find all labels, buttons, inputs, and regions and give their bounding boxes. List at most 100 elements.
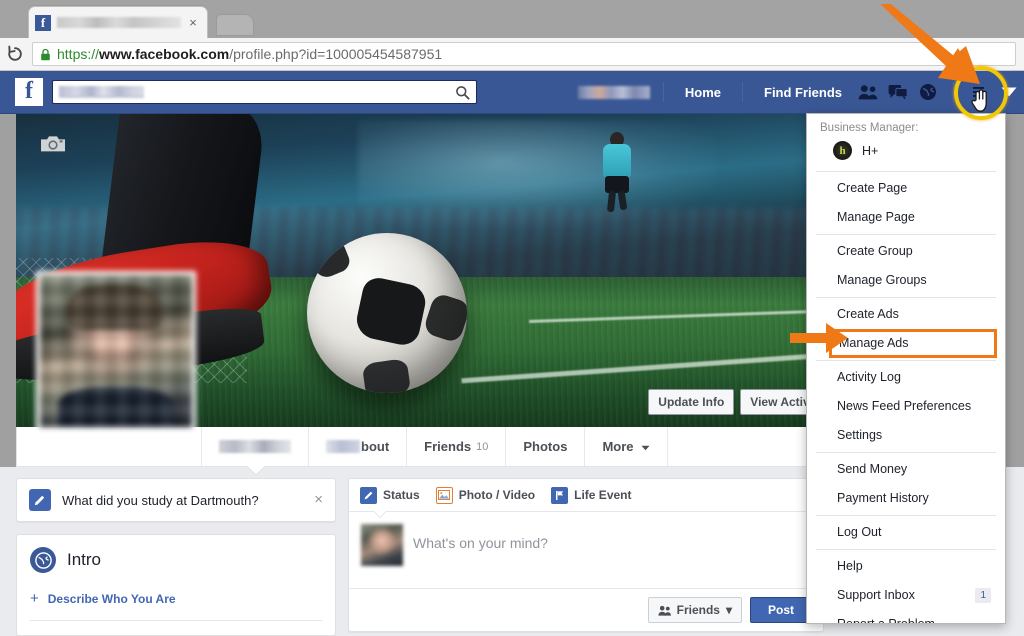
browser-tab-title-blurred: [57, 17, 181, 28]
search-input-value-blurred: [59, 86, 144, 98]
nav-divider: [742, 82, 743, 102]
search-icon[interactable]: [455, 85, 470, 100]
screenshot-root: f × https://www.facebook.com/profile.php…: [0, 0, 1024, 636]
divider: [816, 360, 996, 361]
photo-video-icon: [435, 486, 453, 504]
menu-item-support-inbox[interactable]: Support Inbox 1: [807, 581, 1005, 610]
search-input[interactable]: [52, 80, 477, 104]
annotation-arrow-to-manage-ads: [790, 321, 850, 360]
menu-item-news-feed-preferences[interactable]: News Feed Preferences: [807, 392, 1005, 421]
chevron-down-icon: [641, 439, 650, 454]
menu-item-send-money[interactable]: Send Money: [807, 455, 1005, 484]
nav-home[interactable]: Home: [674, 71, 732, 114]
study-prompt-card[interactable]: What did you study at Dartmouth? ×: [16, 478, 336, 522]
composer-body[interactable]: What's on your mind?: [349, 512, 823, 575]
profile-tab-friends-label: Friends: [424, 439, 472, 454]
menu-item-report-a-problem[interactable]: Report a Problem: [807, 610, 1005, 623]
facebook-favicon: f: [35, 14, 51, 31]
support-inbox-badge: 1: [975, 588, 991, 603]
profile-name-blurred[interactable]: [577, 85, 650, 99]
composer-tab-life-event[interactable]: Life Event: [551, 486, 632, 504]
close-icon[interactable]: ×: [185, 15, 201, 31]
post-button[interactable]: Post: [749, 597, 812, 623]
mouse-cursor-hand: [971, 89, 991, 120]
menu-item-log-out[interactable]: Log Out: [807, 518, 1005, 547]
globe-icon: [30, 547, 56, 573]
camera-icon[interactable]: [40, 134, 66, 159]
update-info-button[interactable]: Update Info: [648, 389, 735, 415]
friends-audience-icon: [658, 605, 671, 616]
menu-item-create-page[interactable]: Create Page: [807, 174, 1005, 203]
account-dropdown-menu: Business Manager: h H+ Create Page Manag…: [806, 113, 1006, 624]
friend-requests-icon[interactable]: [853, 71, 883, 114]
browser-tab-strip: f ×: [0, 0, 1024, 38]
menu-item-manage-ads[interactable]: Manage Ads: [829, 329, 997, 358]
composer-active-tab-pointer: [374, 511, 386, 517]
divider: [816, 171, 996, 172]
divider: [30, 620, 322, 621]
new-tab-button[interactable]: [216, 14, 254, 36]
composer-tab-photo-video[interactable]: Photo / Video: [435, 486, 536, 504]
account-dropdown-caret-icon[interactable]: [994, 71, 1024, 114]
status-composer: Status Photo / Video Life Event What's o…: [348, 478, 824, 632]
composer-placeholder[interactable]: What's on your mind?: [413, 524, 548, 575]
lock-icon: [40, 48, 51, 61]
composer-tab-life-event-label: Life Event: [574, 488, 632, 502]
menu-item-manage-page[interactable]: Manage Page: [807, 203, 1005, 232]
describe-who-you-are-link[interactable]: + Describe Who You Are: [30, 590, 322, 607]
divider: [816, 452, 996, 453]
composer-avatar-blurred: [361, 524, 403, 566]
menu-item-payment-history[interactable]: Payment History: [807, 484, 1005, 513]
nav-divider: [662, 82, 664, 102]
menu-item-settings[interactable]: Settings: [807, 421, 1005, 450]
composer-tab-photo-video-label: Photo / Video: [458, 488, 536, 502]
close-icon[interactable]: ×: [314, 492, 323, 507]
intro-header: Intro: [30, 547, 322, 573]
composer-tab-status[interactable]: Status: [360, 486, 420, 504]
profile-tab-about-prefix-blurred: [326, 440, 360, 453]
menu-item-manage-groups[interactable]: Manage Groups: [807, 266, 1005, 295]
divider: [816, 515, 996, 516]
profile-tab-more[interactable]: More: [585, 427, 668, 466]
profile-tab-more-label: More: [602, 439, 634, 454]
business-account-name: H+: [862, 143, 879, 158]
profile-photo-pixelation: [40, 275, 192, 427]
plus-icon: +: [30, 590, 39, 607]
nav-find-friends[interactable]: Find Friends: [753, 71, 853, 114]
reload-icon[interactable]: [0, 39, 30, 69]
describe-who-you-are-label: Describe Who You Are: [47, 591, 176, 606]
url-host: www.facebook.com: [99, 46, 230, 62]
profile-tab-friends[interactable]: Friends 10: [407, 427, 507, 466]
menu-item-activity-log[interactable]: Activity Log: [807, 363, 1005, 392]
composer-footer: Friends ▾ Post: [349, 588, 823, 631]
intro-title: Intro: [67, 550, 102, 569]
profile-tab-timeline[interactable]: [202, 427, 309, 466]
active-tab-pointer: [247, 466, 265, 474]
business-manager-account[interactable]: h H+: [807, 137, 1005, 169]
browser-tab[interactable]: f ×: [28, 6, 208, 38]
facebook-logo[interactable]: f: [15, 78, 43, 106]
composer-tab-status-label: Status: [383, 488, 420, 502]
menu-item-help[interactable]: Help: [807, 552, 1005, 581]
left-column: What did you study at Dartmouth? × Intro…: [16, 478, 336, 636]
audience-label: Friends: [676, 603, 720, 617]
url-path: /profile.php?id=100005454587951: [229, 46, 443, 62]
browser-toolbar: https://www.facebook.com/profile.php?id=…: [0, 38, 1024, 71]
profile-tab-photos[interactable]: Photos: [506, 427, 586, 466]
status-pencil-icon: [360, 486, 377, 504]
profile-tab-timeline-label-blurred: [219, 440, 291, 453]
menu-item-create-group[interactable]: Create Group: [807, 237, 1005, 266]
audience-selector-button[interactable]: Friends ▾: [647, 597, 742, 623]
address-bar[interactable]: https://www.facebook.com/profile.php?id=…: [32, 42, 1016, 66]
life-event-flag-icon: [551, 486, 569, 504]
profile-tab-about[interactable]: bout: [309, 427, 408, 466]
profile-tab-photos-label: Photos: [523, 439, 568, 454]
divider: [816, 549, 996, 550]
profile-photo-blurred[interactable]: [36, 271, 196, 431]
pencil-icon: [29, 489, 51, 511]
facebook-navbar: f Home Find Friends: [0, 71, 1024, 114]
profile-tab-friends-count: 10: [476, 440, 489, 453]
divider: [816, 234, 996, 235]
composer-tabs: Status Photo / Video Life Event: [349, 479, 823, 517]
menu-item-support-inbox-label: Support Inbox: [837, 588, 915, 602]
